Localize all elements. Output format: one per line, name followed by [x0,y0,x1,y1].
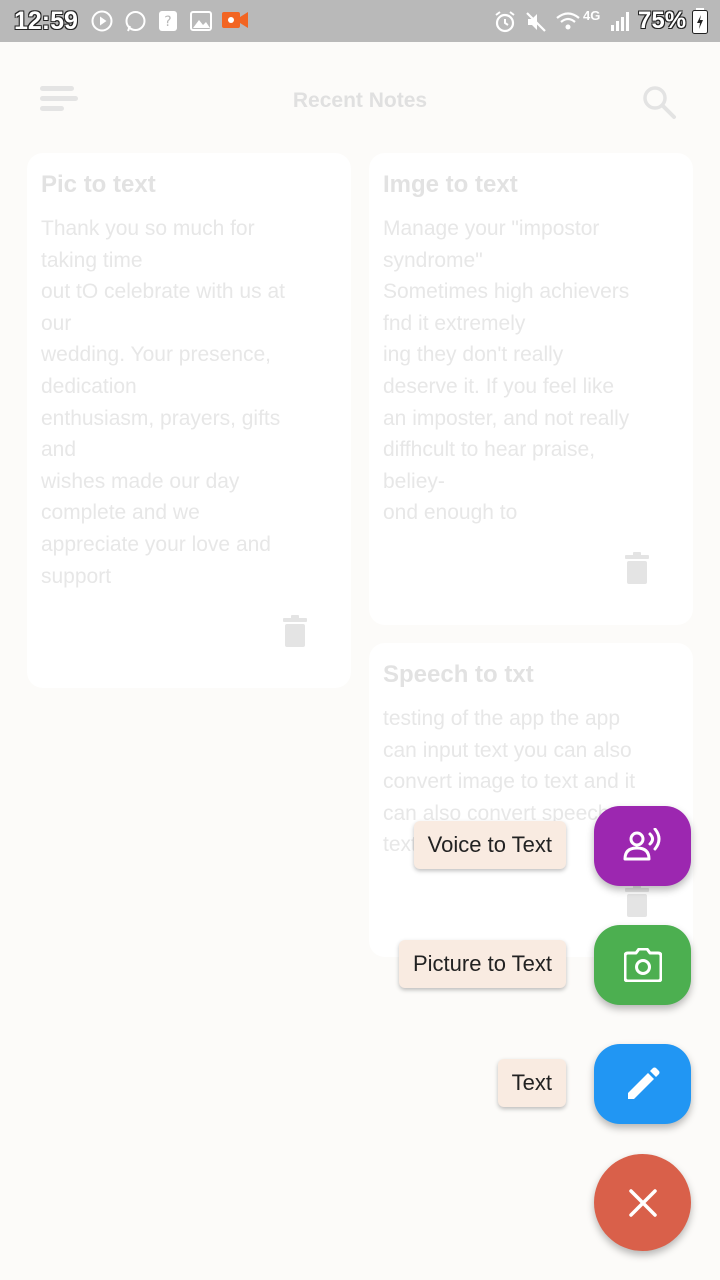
signal-icon [611,12,629,31]
gallery-icon [190,11,212,31]
close-icon [628,1188,657,1217]
voice-to-text-label[interactable]: Voice to Text [413,821,566,869]
mute-icon [526,12,546,32]
whatsapp-icon [125,11,146,32]
svg-text:?: ? [164,14,171,30]
picture-to-text-button[interactable] [594,925,691,1005]
voice-to-text-button[interactable] [594,806,691,886]
battery-percent: 75% [638,7,687,34]
pencil-icon [627,1067,659,1099]
status-bar: 12:59 ? 4G 75% [0,0,720,42]
help-icon: ? [159,11,177,31]
status-time: 12:59 [14,7,78,35]
camera-icon [623,948,662,982]
video-record-icon [222,12,248,28]
network-type: 4G [583,8,601,23]
play-icon [91,10,113,32]
text-label[interactable]: Text [497,1059,566,1107]
picture-to-text-label[interactable]: Picture to Text [399,940,566,988]
text-button[interactable] [594,1044,691,1124]
alarm-icon [495,11,515,33]
close-menu-button[interactable] [594,1154,691,1251]
battery-icon [692,8,708,34]
wifi-icon [556,12,580,30]
voice-icon [623,828,660,861]
